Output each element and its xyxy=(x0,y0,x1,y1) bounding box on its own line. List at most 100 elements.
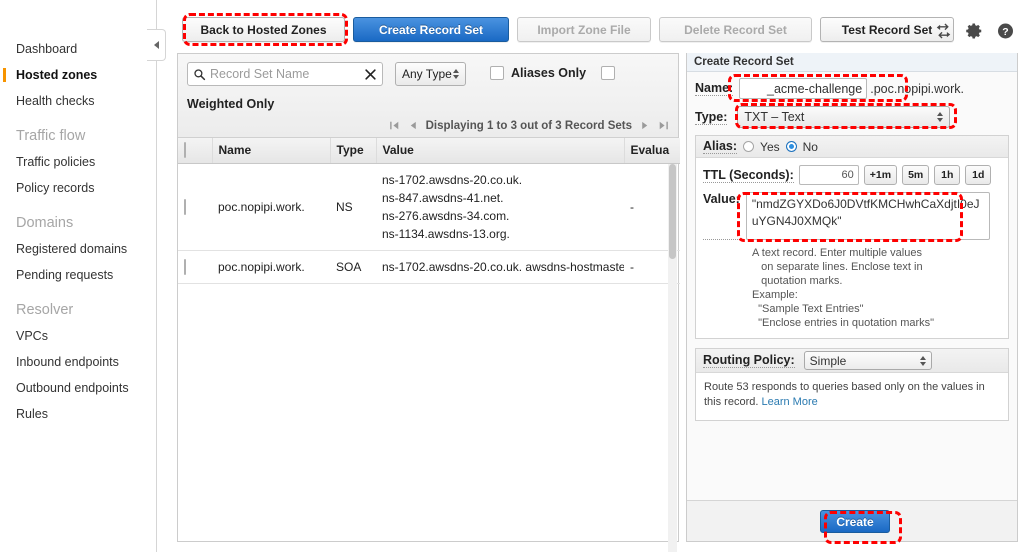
alias-row: Alias: Yes No xyxy=(696,136,1008,158)
table-vertical-scrollbar[interactable] xyxy=(668,164,677,552)
next-page-icon[interactable] xyxy=(639,119,650,132)
ttl-preset-5m-button[interactable]: 5m xyxy=(902,165,930,185)
learn-more-link[interactable]: Learn More xyxy=(761,396,817,408)
record-sets-panel: Record Set Name Any Type Aliases Only We… xyxy=(177,53,680,552)
value-line: ns-1134.awsdns-13.org. xyxy=(382,226,510,241)
sidebar-item-rules[interactable]: Rules xyxy=(0,401,156,427)
value-help-text: A text record. Enter multiple values on … xyxy=(752,247,935,329)
routing-policy-label: Routing Policy: xyxy=(703,353,795,368)
routing-policy-card: Routing Policy: Simple Route 53 responds… xyxy=(695,348,1009,421)
close-icon[interactable] xyxy=(364,68,377,81)
routing-policy-row: Routing Policy: Simple xyxy=(696,349,1008,373)
cell-type: NS xyxy=(330,163,376,251)
cell-name: poc.nopipi.work. xyxy=(212,250,330,284)
alias-no-radio[interactable] xyxy=(785,141,797,152)
type-field-row: Type: TXT – Text xyxy=(695,106,1009,128)
svg-text:?: ? xyxy=(1002,26,1008,38)
alias-label: Alias: xyxy=(703,139,738,154)
aliases-only-checkbox[interactable] xyxy=(490,66,504,80)
pagination: Displaying 1 to 3 out of 3 Record Sets xyxy=(388,119,670,132)
sidebar-item-pending-requests[interactable]: Pending requests xyxy=(0,262,156,288)
row-checkbox[interactable] xyxy=(184,258,186,275)
ttl-preset-1h-button[interactable]: 1h xyxy=(934,165,961,185)
table-row[interactable]: poc.nopipi.work. SOA ns-1702.awsdns-20.co.… xyxy=(178,250,680,284)
refresh-icon[interactable] xyxy=(934,22,953,40)
delete-record-set-button[interactable]: Delete Record Set xyxy=(659,17,812,42)
row-checkbox[interactable] xyxy=(184,198,186,215)
sidebar-item-health-checks[interactable]: Health checks xyxy=(0,88,156,114)
sidebar-item-traffic-policies[interactable]: Traffic policies xyxy=(0,149,156,175)
toolbar-icons: ? xyxy=(934,22,1015,40)
value-label: Value: xyxy=(703,192,740,240)
record-name-input[interactable]: _acme-challenge xyxy=(739,78,868,99)
record-type-select[interactable]: TXT – Text xyxy=(737,106,951,128)
cell-type: SOA xyxy=(330,250,376,284)
column-header-type[interactable]: Type xyxy=(329,138,376,164)
routing-description-text: Route 53 responds to queries based only … xyxy=(704,381,985,408)
create-record-set-button[interactable]: Create Record Set xyxy=(353,17,509,42)
search-input[interactable]: Record Set Name xyxy=(187,62,383,86)
search-placeholder: Record Set Name xyxy=(210,67,310,81)
alias-yes-radio[interactable] xyxy=(743,141,755,152)
ttl-preset-1m-button[interactable]: +1m xyxy=(863,165,898,185)
sidebar-item-hosted-zones[interactable]: Hosted zones xyxy=(0,62,156,88)
value-line: ns-276.awsdns-34.com. xyxy=(382,208,510,223)
name-label: Name: xyxy=(695,81,734,96)
routing-policy-description: Route 53 responds to queries based only … xyxy=(696,373,1008,420)
column-header-name[interactable]: Name xyxy=(211,138,330,164)
toolbar: Back to Hosted Zones Create Record Set I… xyxy=(166,0,1024,46)
previous-page-icon[interactable] xyxy=(408,119,419,132)
back-to-hosted-zones-button[interactable]: Back to Hosted Zones xyxy=(182,17,345,42)
aliases-only-filter[interactable]: Aliases Only xyxy=(490,66,586,80)
panel-title: Create Record Set xyxy=(687,53,1017,72)
chevron-updown-icon xyxy=(919,355,926,366)
ttl-label: TTL (Seconds): xyxy=(703,167,794,183)
sidebar-item-registered-domains[interactable]: Registered domains xyxy=(0,236,156,262)
chevron-left-icon xyxy=(153,41,159,49)
sidebar-item-vpcs[interactable]: VPCs xyxy=(0,323,156,349)
row-select-cell xyxy=(178,250,212,284)
sidebar-item-policy-records[interactable]: Policy records xyxy=(0,175,156,201)
name-field-row: Name: _acme-challenge .poc.nopipi.work. xyxy=(695,78,1009,99)
create-button[interactable]: Create xyxy=(820,510,890,533)
sidebar-group-traffic-flow: Traffic flow xyxy=(16,128,86,144)
routing-policy-value: Simple xyxy=(809,353,847,368)
value-row: Value: "nmdZGYXDo6J0DVtfKMCHwhCaXdjtI0eJ… xyxy=(696,192,1008,244)
weighted-only-checkbox[interactable] xyxy=(601,66,615,80)
first-page-icon[interactable] xyxy=(388,119,401,132)
record-value-textarea[interactable]: "nmdZGYXDo6J0DVtfKMCHwhCaXdjtI0eJuYGN4J0… xyxy=(745,192,990,240)
select-all-header xyxy=(178,138,212,164)
last-page-icon[interactable] xyxy=(657,119,670,132)
column-header-evaluate[interactable]: Evalua xyxy=(623,138,680,164)
value-line: ns-847.awsdns-41.net. xyxy=(382,190,504,205)
gear-icon[interactable] xyxy=(965,22,984,40)
alias-no-label: No xyxy=(802,139,818,154)
routing-policy-select[interactable]: Simple xyxy=(803,351,932,370)
select-all-checkbox[interactable] xyxy=(184,142,186,159)
record-type-value: TXT – Text xyxy=(744,110,805,124)
filter-bar: Record Set Name Any Type Aliases Only We… xyxy=(178,54,678,138)
pagination-text: Displaying 1 to 3 out of 3 Record Sets xyxy=(425,119,632,132)
value-line: ns-1702.awsdns-20.co.uk. xyxy=(382,172,523,187)
help-icon[interactable]: ? xyxy=(996,22,1015,40)
create-record-set-panel: Create Record Set Name: _acme-challenge … xyxy=(686,53,1018,542)
search-icon xyxy=(194,68,206,80)
table-row[interactable]: poc.nopipi.work. NS ns-1702.awsdns-20.co.u… xyxy=(178,163,680,251)
record-name-suffix: .poc.nopipi.work. xyxy=(870,81,965,96)
table-body: poc.nopipi.work. NS ns-1702.awsdns-20.co.u… xyxy=(178,163,680,284)
sidebar-collapse-button[interactable] xyxy=(147,29,166,61)
sidebar-item-outbound-endpoints[interactable]: Outbound endpoints xyxy=(0,375,156,401)
ttl-preset-1d-button[interactable]: 1d xyxy=(965,165,992,185)
ttl-input[interactable]: 60 xyxy=(798,165,859,185)
record-details-card: Alias: Yes No TTL (Seconds): 60 +1m 5m 1… xyxy=(695,135,1009,339)
type-filter-select[interactable]: Any Type xyxy=(395,62,466,86)
scrollbar-thumb[interactable] xyxy=(669,164,676,259)
cell-value: ns-1702.awsdns-20.co.uk. awsdns-hostmast… xyxy=(376,250,624,284)
column-header-value[interactable]: Value xyxy=(375,138,624,164)
panel-footer: Create xyxy=(687,500,1017,541)
sidebar-item-dashboard[interactable]: Dashboard xyxy=(0,36,156,62)
type-filter-value: Any Type xyxy=(402,67,452,81)
type-label: Type: xyxy=(695,109,728,125)
sidebar-item-inbound-endpoints[interactable]: Inbound endpoints xyxy=(0,349,156,375)
import-zone-file-button[interactable]: Import Zone File xyxy=(517,17,651,42)
